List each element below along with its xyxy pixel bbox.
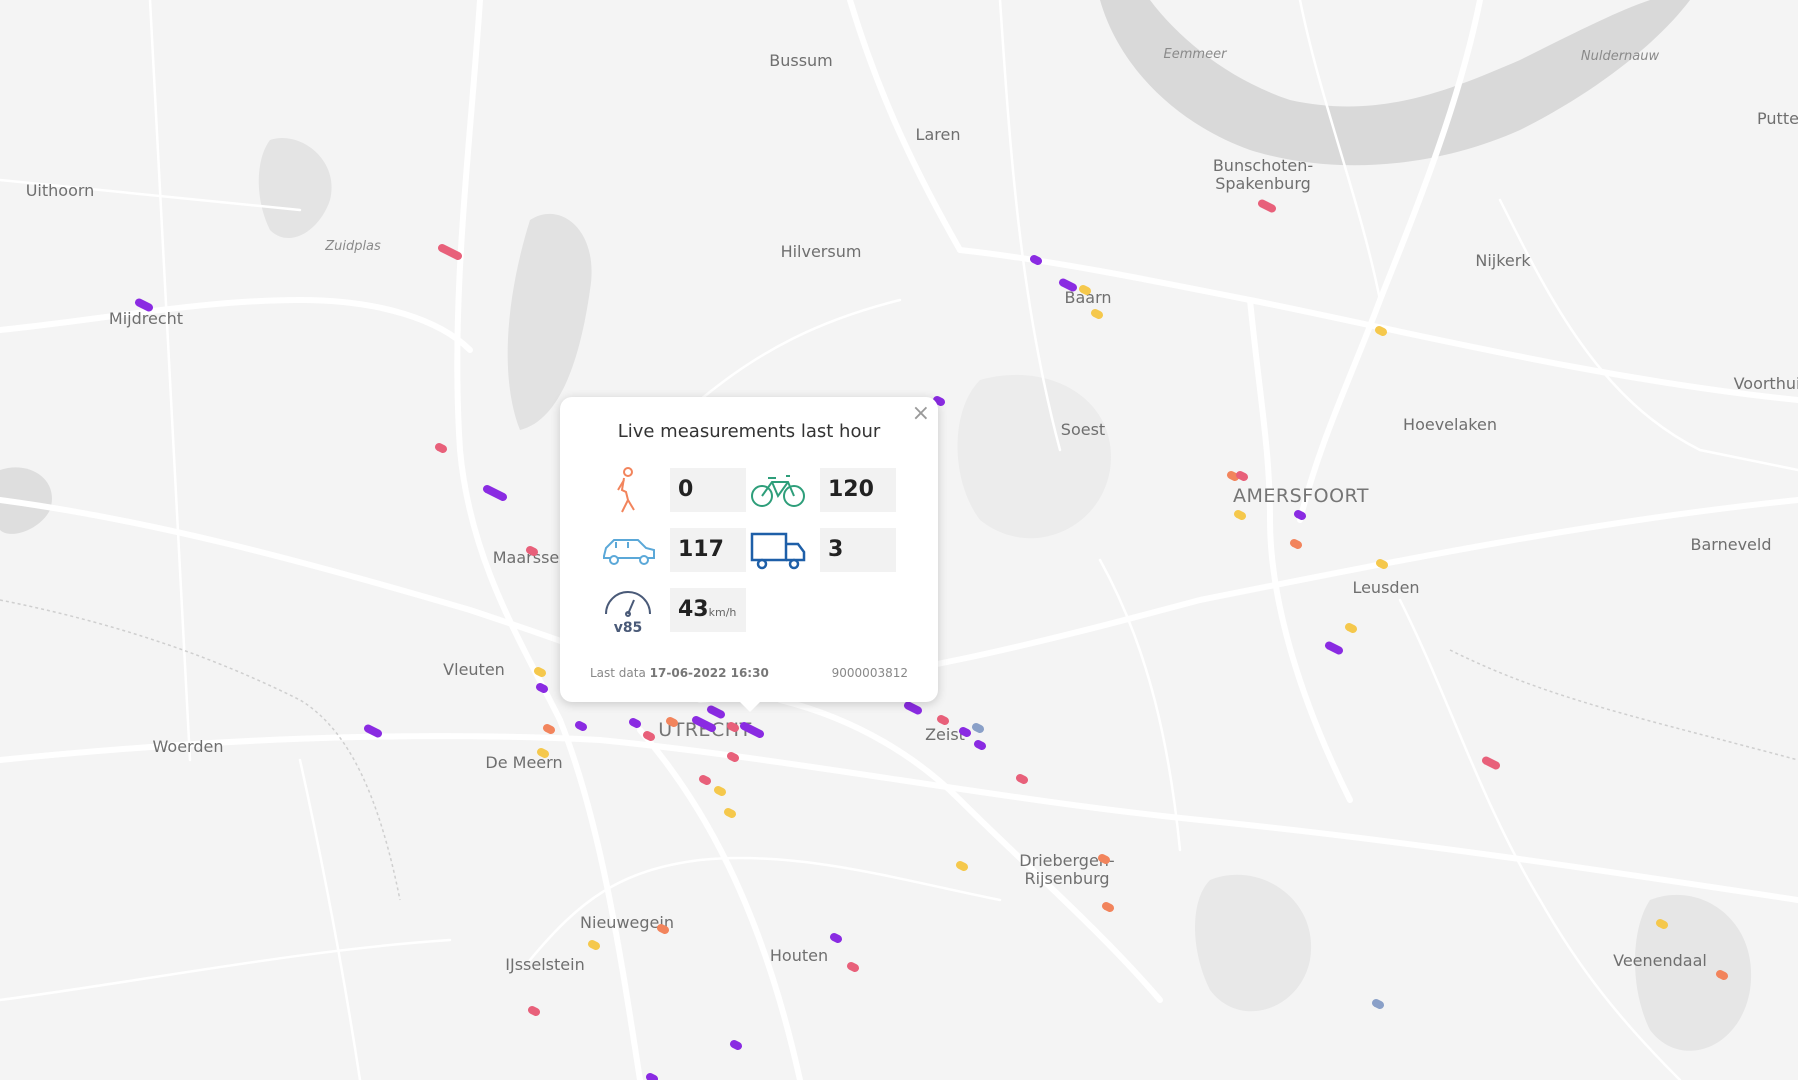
measurement-marker[interactable]: [1345, 623, 1357, 633]
measurement-marker[interactable]: [666, 717, 678, 727]
measurement-marker[interactable]: [1091, 309, 1103, 319]
measurement-marker[interactable]: [629, 718, 641, 728]
measurement-marker[interactable]: [724, 808, 736, 818]
measurement-marker[interactable]: [1227, 471, 1239, 481]
measurement-marker[interactable]: [537, 748, 549, 758]
measurement-marker[interactable]: [974, 740, 986, 750]
measurement-marker[interactable]: [972, 723, 984, 733]
measurement-marker[interactable]: [1290, 539, 1302, 549]
measurement-marker[interactable]: [1325, 641, 1343, 655]
measurement-marker[interactable]: [1098, 854, 1110, 864]
sensor-id: 9000003812: [831, 666, 908, 680]
measurement-marker[interactable]: [1102, 902, 1114, 912]
metric-bicycles: 120: [748, 466, 908, 512]
metric-value: 120: [820, 468, 896, 512]
popup-title: Live measurements last hour: [617, 421, 881, 442]
v85-label: v85: [614, 620, 643, 634]
bicycle-icon: [751, 475, 805, 507]
measurement-marker[interactable]: [534, 667, 546, 677]
metric-value: 117: [670, 528, 746, 572]
measurement-marker[interactable]: [707, 705, 725, 719]
measurement-marker[interactable]: [1294, 510, 1306, 520]
measurement-marker[interactable]: [1079, 285, 1091, 295]
measurement-marker[interactable]: [1375, 326, 1387, 336]
measurement-marker[interactable]: [740, 722, 764, 738]
last-data-value: 17-06-2022 16:30: [649, 666, 769, 680]
measurement-marker[interactable]: [1482, 756, 1500, 770]
popup-tip: [740, 702, 760, 712]
measurement-marker[interactable]: [933, 396, 945, 406]
measurement-marker[interactable]: [438, 244, 462, 260]
measurement-marker[interactable]: [435, 443, 447, 453]
measurement-marker[interactable]: [847, 962, 859, 972]
metric-v85: v85 43km/h: [598, 586, 758, 634]
measurement-marker[interactable]: [692, 716, 716, 732]
measurement-marker[interactable]: [959, 727, 971, 737]
measurement-marker[interactable]: [657, 924, 669, 934]
measurement-marker[interactable]: [956, 861, 968, 871]
measurement-marker[interactable]: [727, 752, 739, 762]
measurement-marker[interactable]: [699, 775, 711, 785]
measurement-marker[interactable]: [1016, 774, 1028, 784]
car-icon: [603, 539, 655, 565]
measurement-marker[interactable]: [1376, 559, 1388, 569]
measurement-marker[interactable]: [1059, 278, 1077, 292]
speed-unit: km/h: [708, 606, 737, 619]
metric-value: 0: [670, 468, 746, 512]
measurement-marker[interactable]: [830, 933, 842, 943]
v85-speed-icon: v85: [605, 591, 651, 634]
measurement-marker[interactable]: [646, 1073, 658, 1080]
measurement-marker[interactable]: [575, 721, 587, 731]
measurement-marker[interactable]: [536, 683, 548, 693]
measurement-marker[interactable]: [543, 724, 555, 734]
measurement-marker[interactable]: [1030, 255, 1042, 265]
metric-trucks: 3: [748, 526, 908, 572]
measurement-marker[interactable]: [483, 485, 507, 501]
measurement-marker[interactable]: [1656, 919, 1668, 929]
measurement-marker[interactable]: [588, 940, 600, 950]
measurement-marker[interactable]: [904, 701, 922, 715]
metric-value: 3: [820, 528, 896, 572]
measurement-marker[interactable]: [727, 722, 739, 732]
metric-cars: 117: [598, 526, 758, 572]
measurement-marker[interactable]: [730, 1040, 742, 1050]
measurement-marker[interactable]: [1234, 510, 1246, 520]
measurement-marker[interactable]: [528, 1006, 540, 1016]
measurement-marker[interactable]: [1236, 471, 1248, 481]
measurement-marker[interactable]: [364, 724, 382, 738]
metric-value: 43km/h: [670, 588, 746, 632]
measurement-marker[interactable]: [937, 715, 949, 725]
measurement-marker[interactable]: [1716, 970, 1728, 980]
measurement-marker[interactable]: [1372, 999, 1384, 1009]
measurement-marker[interactable]: [1258, 199, 1276, 213]
truck-icon: [750, 532, 806, 570]
pedestrian-icon: [617, 467, 635, 513]
measurement-marker[interactable]: [526, 546, 538, 556]
measurement-marker[interactable]: [643, 731, 655, 741]
measurement-popup: × Live measurements last hour 0 120 117 …: [560, 397, 938, 712]
measurement-marker[interactable]: [714, 786, 726, 796]
metric-pedestrians: 0: [598, 466, 758, 513]
last-data: Last data 17-06-2022 16:30: [590, 666, 769, 680]
measurement-marker[interactable]: [135, 298, 153, 312]
